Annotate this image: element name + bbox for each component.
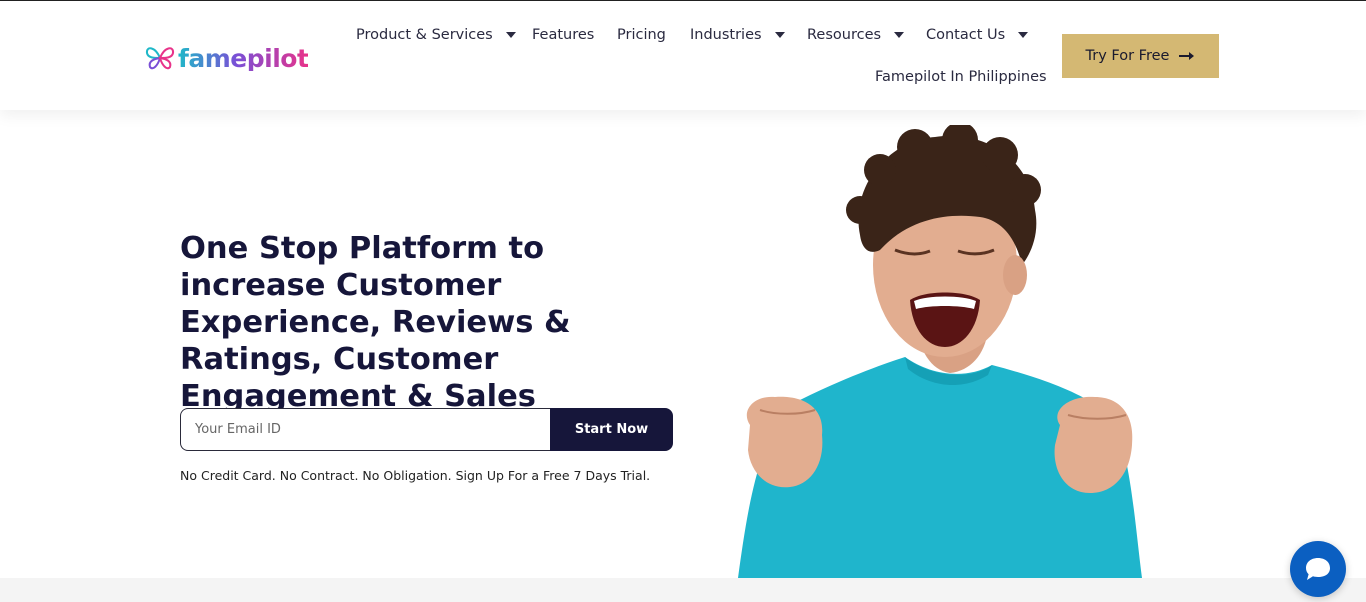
arrow-right-icon — [1179, 51, 1195, 61]
chat-bubble-icon — [1306, 558, 1330, 580]
nav-label: Resources — [807, 27, 882, 43]
hero-person-image — [738, 125, 1142, 578]
butterfly-icon — [145, 47, 175, 70]
try-for-free-button[interactable]: Try For Free — [1062, 34, 1219, 78]
caret-down-icon — [1018, 32, 1029, 38]
hero-title: One Stop Platform to increase Customer E… — [180, 231, 571, 414]
try-for-free-label: Try For Free — [1085, 48, 1170, 64]
nav-pricing[interactable]: Pricing — [617, 27, 666, 43]
nav-label: Famepilot In Philippines — [875, 69, 1047, 85]
nav-label: Features — [532, 27, 595, 43]
email-input[interactable] — [180, 408, 550, 451]
nav-label: Product & Services — [356, 27, 493, 43]
chat-launcher-button[interactable] — [1290, 541, 1346, 597]
nav-features[interactable]: Features — [532, 27, 594, 43]
next-section-band — [0, 578, 1366, 602]
famepilot-logo[interactable]: famepilot — [145, 41, 309, 75]
caret-down-icon — [894, 32, 905, 38]
caret-down-icon — [774, 32, 785, 38]
caret-down-icon — [505, 32, 516, 38]
nav-famepilot-philippines[interactable]: Famepilot In Philippines — [875, 69, 1047, 85]
nav-label: Pricing — [617, 27, 666, 43]
signup-form: Start Now — [180, 408, 673, 451]
start-now-button[interactable]: Start Now — [550, 408, 673, 451]
trial-disclaimer: No Credit Card. No Contract. No Obligati… — [180, 468, 651, 483]
site-header: famepilot Product & Services Features Pr… — [0, 1, 1366, 110]
nav-contact-us[interactable]: Contact Us — [926, 27, 1029, 43]
logo-wordmark: famepilot — [178, 43, 309, 73]
nav-label: Contact Us — [926, 27, 1006, 43]
nav-industries[interactable]: Industries — [690, 27, 785, 43]
nav-resources[interactable]: Resources — [807, 27, 905, 43]
nav-product-services[interactable]: Product & Services — [356, 27, 516, 43]
nav-label: Industries — [690, 27, 762, 43]
